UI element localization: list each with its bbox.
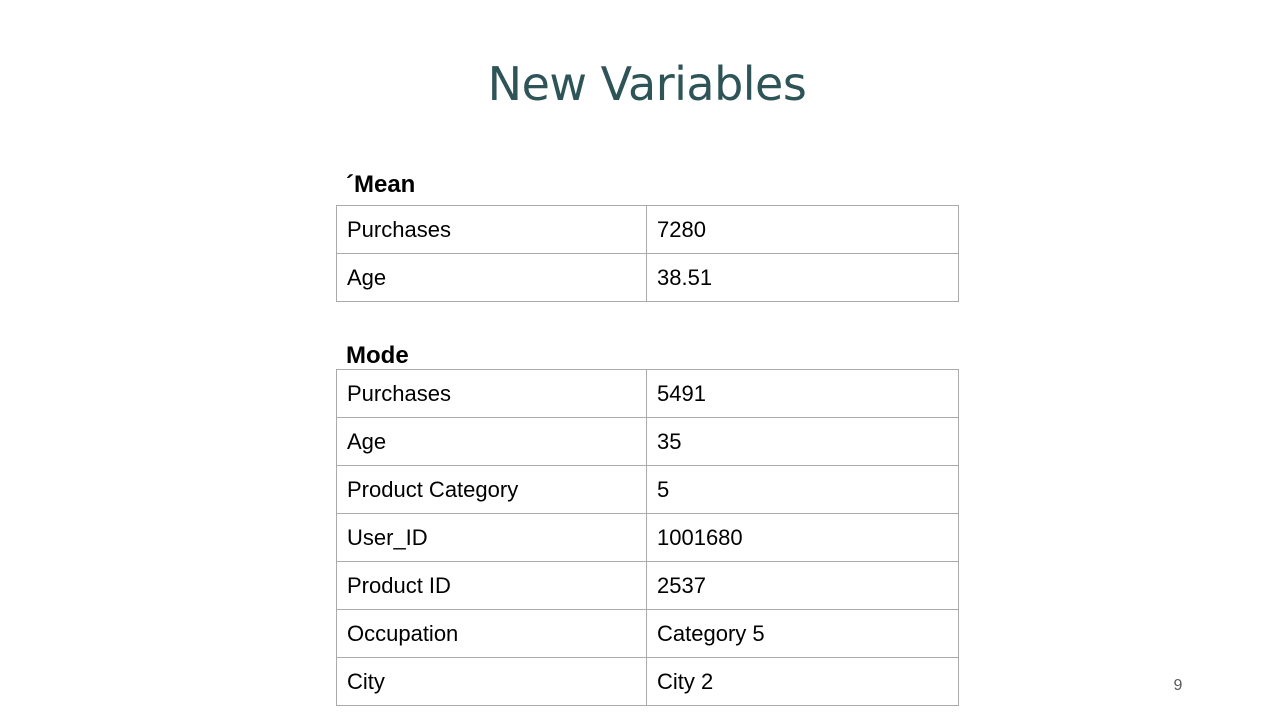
row-key: Product ID: [336, 561, 647, 610]
row-key: Product Category: [336, 465, 647, 514]
row-key: Occupation: [336, 609, 647, 658]
table-row: Age 35: [336, 417, 959, 466]
table-row: User_ID 1001680: [336, 513, 959, 562]
table-row: Occupation Category 5: [336, 609, 959, 658]
row-value: 2537: [646, 561, 959, 610]
mode-section-label: Mode: [346, 342, 409, 369]
mean-section-label: ´Mean: [346, 171, 416, 198]
table-row: City City 2: [336, 657, 959, 706]
row-value: 38.51: [646, 253, 959, 302]
slide-title: New Variables: [487, 57, 807, 111]
row-value: 7280: [646, 205, 959, 254]
row-key: Purchases: [336, 205, 647, 254]
row-key: Age: [336, 417, 647, 466]
mean-table: Purchases 7280 Age 38.51: [336, 205, 959, 302]
row-value: 5: [646, 465, 959, 514]
page-number: 9: [1173, 677, 1183, 694]
row-value: City 2: [646, 657, 959, 706]
row-value: 1001680: [646, 513, 959, 562]
row-key: User_ID: [336, 513, 647, 562]
table-row: Age 38.51: [336, 253, 959, 302]
table-row: Purchases 5491: [336, 369, 959, 418]
table-row: Product ID 2537: [336, 561, 959, 610]
mode-table: Purchases 5491 Age 35 Product Category 5…: [336, 369, 959, 706]
row-value: 35: [646, 417, 959, 466]
row-key: Purchases: [336, 369, 647, 418]
table-row: Product Category 5: [336, 465, 959, 514]
row-key: City: [336, 657, 647, 706]
row-value: 5491: [646, 369, 959, 418]
row-key: Age: [336, 253, 647, 302]
row-value: Category 5: [646, 609, 959, 658]
slide: New Variables ´Mean Purchases 7280 Age 3…: [0, 0, 1280, 720]
table-row: Purchases 7280: [336, 205, 959, 254]
